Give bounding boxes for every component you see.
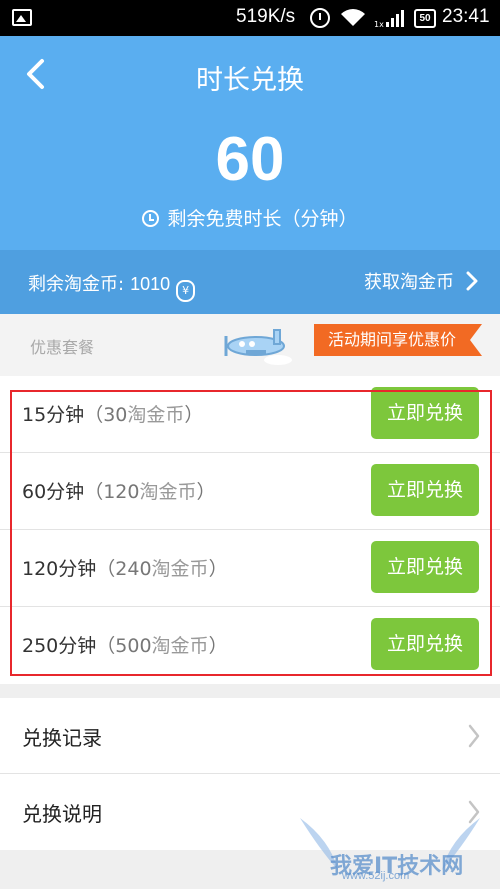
clock-icon — [142, 210, 160, 227]
package-row: 60分钟（120淘金币） 立即兑换 — [0, 453, 500, 530]
redeem-button[interactable]: 立即兑换 — [371, 618, 479, 670]
menu-item-redeem-history[interactable]: 兑换记录 — [0, 698, 500, 774]
coin-balance-bar: 剩余淘金币: 1010 ¥ 获取淘金币 — [0, 250, 500, 314]
page-title: 时长兑换 — [196, 65, 304, 96]
package-duration: 60分钟 — [22, 481, 85, 503]
redeem-button[interactable]: 立即兑换 — [371, 387, 479, 439]
get-coins-label: 获取淘金币 — [364, 272, 454, 293]
coin-balance: 剩余淘金币: 1010 ¥ — [28, 270, 196, 302]
package-cost: 120 — [103, 481, 140, 503]
package-paren-open: （ — [96, 558, 116, 580]
watermark-url: www.52ij.com — [342, 870, 410, 882]
package-description: 120分钟（240淘金币） — [22, 554, 228, 581]
menu-item-label: 兑换记录 — [22, 726, 102, 750]
status-bar: 519K/s 1x 50 23:41 — [0, 0, 500, 36]
package-cost: 30 — [103, 404, 128, 426]
package-row: 15分钟（30淘金币） 立即兑换 — [0, 376, 500, 453]
package-description: 15分钟（30淘金币） — [22, 400, 203, 427]
coin-balance-value: 1010 — [130, 274, 171, 294]
package-unit: 淘金币 — [127, 404, 185, 426]
wifi-icon — [341, 9, 365, 26]
promo-section-label: 优惠套餐 — [30, 338, 95, 357]
chevron-right-icon — [466, 271, 478, 291]
promo-banner: 优惠套餐 活动期间享优惠价 — [0, 314, 500, 376]
airplane-icon — [224, 329, 292, 365]
package-paren-close: ） — [208, 635, 228, 657]
package-description: 60分钟（120淘金币） — [22, 477, 216, 504]
package-paren-close: ） — [196, 481, 216, 503]
alarm-icon — [310, 8, 330, 28]
redeem-button[interactable]: 立即兑换 — [371, 541, 479, 593]
money-bag-icon: ¥ — [176, 280, 196, 302]
promo-ribbon: 活动期间享优惠价 — [314, 324, 483, 356]
package-paren-close: ） — [208, 558, 228, 580]
redeem-button[interactable]: 立即兑换 — [371, 464, 479, 516]
status-time: 23:41 — [442, 6, 490, 27]
package-list: 15分钟（30淘金币） 立即兑换 60分钟（120淘金币） 立即兑换 120分钟… — [0, 376, 500, 684]
package-paren-close: ） — [184, 404, 204, 426]
package-paren-open: （ — [84, 404, 104, 426]
battery-icon: 50 — [414, 9, 436, 28]
package-unit: 淘金币 — [139, 481, 197, 503]
package-row: 120分钟（240淘金币） 立即兑换 — [0, 530, 500, 607]
package-paren-open: （ — [96, 635, 116, 657]
package-paren-open: （ — [84, 481, 104, 503]
package-unit: 淘金币 — [151, 635, 209, 657]
remaining-label-row: 剩余免费时长（分钟） — [0, 204, 500, 231]
package-row: 250分钟（500淘金币） 立即兑换 — [0, 607, 500, 684]
package-description: 250分钟（500淘金币） — [22, 631, 228, 658]
package-cost: 500 — [115, 635, 152, 657]
get-coins-link[interactable]: 获取淘金币 — [364, 268, 478, 294]
header: 时长兑换 60 剩余免费时长（分钟） — [0, 36, 500, 250]
remaining-minutes-value: 60 — [215, 125, 285, 194]
picture-notification-icon — [12, 9, 32, 26]
chevron-right-icon — [468, 724, 480, 748]
coin-balance-label: 剩余淘金币: — [28, 274, 125, 295]
network-speed: 519K/s — [236, 6, 296, 27]
package-cost: 240 — [115, 558, 152, 580]
svg-text:1x: 1x — [374, 20, 384, 28]
package-duration: 250分钟 — [22, 635, 97, 657]
remaining-label: 剩余免费时长（分钟） — [167, 208, 358, 230]
signal-icon: 1x — [374, 10, 404, 28]
package-unit: 淘金币 — [151, 558, 209, 580]
package-duration: 120分钟 — [22, 558, 97, 580]
menu-item-label: 兑换说明 — [22, 802, 102, 826]
package-duration: 15分钟 — [22, 404, 85, 426]
